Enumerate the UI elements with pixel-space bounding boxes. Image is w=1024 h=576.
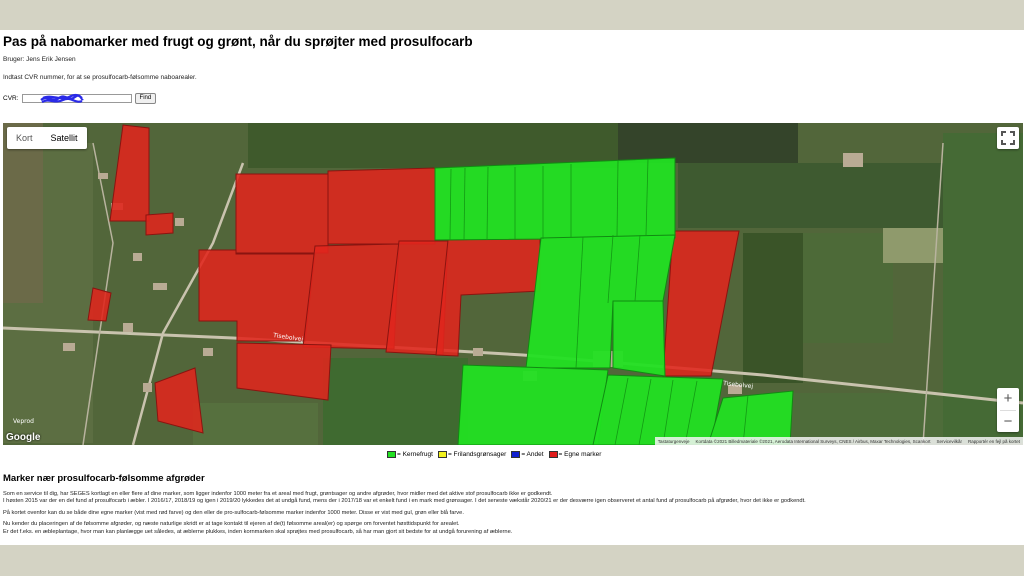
legend-swatch: [548, 451, 558, 458]
map-type-satellit[interactable]: Satellit: [42, 127, 87, 149]
zoom-control: + −: [997, 388, 1019, 432]
user-line: Bruger: Jens Erik Jensen: [3, 56, 76, 63]
cvr-input[interactable]: [21, 93, 132, 104]
map-type-kort[interactable]: Kort: [7, 127, 42, 149]
map-data-credit: Kortdata ©2021 Billedmateriale ©2021, Ae…: [695, 438, 931, 444]
legend-item-kernefrugt: = Kernefrugt: [387, 451, 433, 458]
redaction-scribble: [39, 93, 84, 104]
fullscreen-button[interactable]: [997, 127, 1019, 149]
legend-item-frilandsgronsager: = Frilandsgrønsager: [437, 451, 507, 458]
map-type-toggle: Kort Satellit: [7, 127, 87, 149]
info-paragraph: På kortet ovenfor kan du se både dine eg…: [3, 509, 464, 516]
legend-item-egne-marker: = Egne marker: [548, 451, 602, 458]
map-attribution: Tastaturgenveje Kortdata ©2021 Billedmat…: [654, 437, 1023, 445]
info-paragraph: Nu kender du placeringen af de følsomme …: [3, 521, 460, 528]
legend-label: = Egne marker: [558, 451, 602, 458]
google-logo: Google: [6, 432, 41, 443]
road-label: Veprod: [13, 418, 34, 425]
cvr-label: CVR:: [3, 95, 19, 102]
page-content: Pas på nabomarker med frugt og grønt, nå…: [0, 30, 1024, 545]
keyboard-shortcuts-link[interactable]: Tastaturgenveje: [658, 439, 690, 444]
find-button[interactable]: Find: [134, 93, 157, 104]
page-title: Pas på nabomarker med frugt og grønt, nå…: [3, 34, 473, 49]
fullscreen-icon: [1001, 131, 1015, 145]
legend-label: = Kernefrugt: [397, 451, 433, 458]
legend-swatch: [387, 451, 396, 458]
map-legend: = Kernefrugt = Frilandsgrønsager = Andet…: [387, 451, 601, 458]
terms-link[interactable]: Servicevilkår: [936, 439, 962, 444]
info-paragraph: I høsten 2015 var der en del fund af pro…: [3, 498, 806, 505]
info-paragraph: Er det f.eks. en æbleplantage, hvor man …: [3, 528, 513, 535]
zoom-in-button[interactable]: +: [997, 388, 1019, 410]
cvr-search-row: CVR: Find: [3, 93, 157, 104]
info-text: Som en service til dig, har SEGES kortla…: [3, 491, 1018, 540]
zoom-out-button[interactable]: −: [997, 411, 1019, 433]
legend-item-andet: = Andet: [511, 451, 544, 458]
instruction-text: Indtast CVR nummer, for at se prosulfoca…: [3, 74, 197, 81]
legend-label: = Frilandsgrønsager: [447, 451, 507, 458]
report-error-link[interactable]: Rapportér en fejl på kortet: [968, 439, 1020, 444]
satellite-map: Tisebolvej Tisebolvej Veprod: [3, 123, 1023, 445]
info-heading: Marker nær prosulfocarb-følsomme afgrøde…: [3, 473, 205, 484]
legend-swatch: [437, 451, 447, 458]
map-view[interactable]: Tisebolvej Tisebolvej Veprod Kort Satell…: [3, 123, 1023, 445]
legend-swatch: [511, 451, 521, 458]
legend-label: = Andet: [521, 451, 544, 458]
